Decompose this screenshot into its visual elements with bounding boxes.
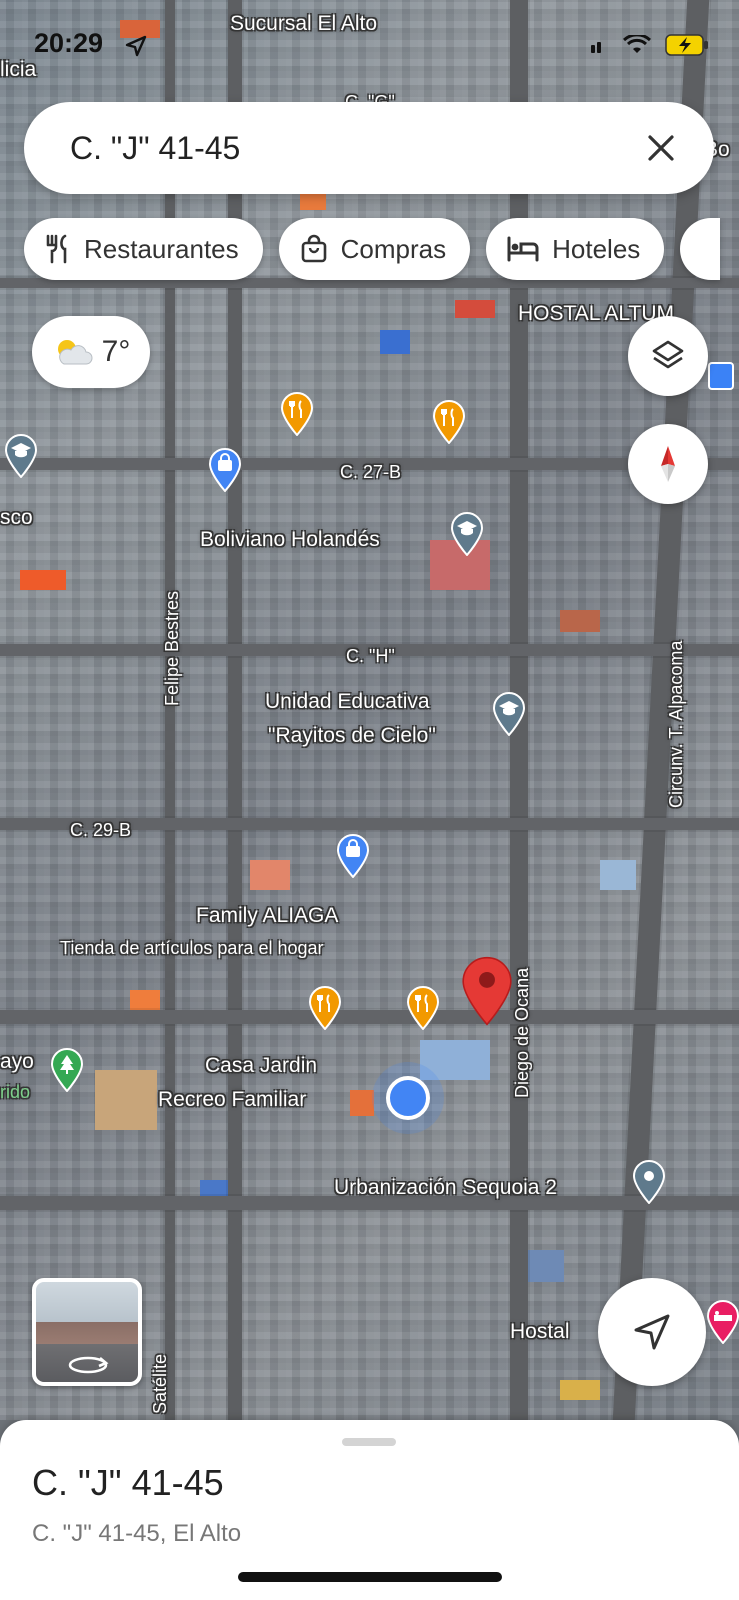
street-label-diego: Diego de Ocana xyxy=(512,967,532,1098)
school-pin-icon[interactable] xyxy=(450,512,484,556)
clear-search-button[interactable] xyxy=(644,131,678,165)
chip-more[interactable] xyxy=(680,218,721,280)
compass-icon xyxy=(661,446,675,482)
shopping-bag-icon xyxy=(301,234,326,263)
selected-location-pin-icon[interactable] xyxy=(460,956,514,1026)
status-indicators xyxy=(589,34,709,56)
roof xyxy=(250,860,290,890)
road xyxy=(0,1010,739,1024)
school-pin-icon[interactable] xyxy=(4,434,38,478)
roof xyxy=(560,1380,600,1400)
restaurant-pin-icon[interactable] xyxy=(432,400,466,444)
my-location-button[interactable] xyxy=(598,1278,706,1386)
chip-label: Compras xyxy=(340,233,447,264)
my-location-dot-icon xyxy=(386,1076,430,1120)
wifi-icon xyxy=(623,35,651,53)
roof xyxy=(350,1090,374,1116)
map-label-sucursal[interactable]: Sucursal El Alto xyxy=(230,12,377,36)
search-input[interactable]: C. "J" 41-45 xyxy=(70,130,644,167)
street-label-29b: C. 29-B xyxy=(70,820,132,840)
roof xyxy=(95,1070,157,1130)
close-icon xyxy=(648,135,674,161)
street-label-satelite: Satélite xyxy=(150,1353,170,1414)
category-chips: Restaurantes Compras Hoteles xyxy=(24,218,721,280)
weather-badge[interactable]: 7° xyxy=(32,316,150,388)
status-time: 20:29 xyxy=(34,28,104,58)
school-pin-icon[interactable] xyxy=(492,692,526,736)
map-label-ayo: ayo xyxy=(0,1050,34,1073)
shopping-pin-icon[interactable] xyxy=(336,834,370,878)
map-canvas[interactable]: Sucursal El Alto licia C. "G" Bo HOSTAL … xyxy=(0,0,739,1420)
map-label-family[interactable]: Family ALIAGA xyxy=(196,904,338,928)
street-label-h: C. "H" xyxy=(346,646,395,666)
place-bottom-sheet[interactable]: C. "J" 41-45 C. "J" 41-45, El Alto xyxy=(0,1420,739,1600)
restaurant-pin-icon[interactable] xyxy=(406,986,440,1030)
restaurant-pin-icon[interactable] xyxy=(308,986,342,1030)
rotate-360-icon xyxy=(68,1356,109,1374)
street-label-27b: C. 27-B xyxy=(340,462,402,482)
chip-label: Hoteles xyxy=(552,233,641,264)
roof xyxy=(560,610,600,632)
map-label-licia: licia xyxy=(0,58,37,81)
map-label-tienda: Tienda de artículos para el hogar xyxy=(60,938,324,958)
roof xyxy=(600,860,636,890)
roof xyxy=(20,570,66,590)
chip-compras[interactable]: Compras xyxy=(278,218,471,280)
location-arrow-icon xyxy=(125,35,147,57)
street-view-thumbnail[interactable] xyxy=(32,1278,142,1386)
map-label-casa-1[interactable]: Casa Jardin xyxy=(205,1054,317,1078)
map-label-boliviano[interactable]: Boliviano Holandés xyxy=(200,528,380,552)
street-label-circunv: Circunv. T. Alpacoma xyxy=(666,640,686,808)
roof xyxy=(130,990,160,1012)
map-label-hostal[interactable]: Hostal xyxy=(510,1320,570,1344)
chip-restaurantes[interactable]: Restaurantes xyxy=(24,218,263,280)
map-label-sco: sco xyxy=(0,506,33,529)
map-label-rido: rido xyxy=(0,1082,31,1102)
map-label-unidad-1[interactable]: Unidad Educativa xyxy=(265,690,430,714)
shopping-pin-icon[interactable] xyxy=(208,448,242,492)
place-address: C. "J" 41-45, El Alto xyxy=(32,1520,242,1547)
home-indicator[interactable] xyxy=(238,1572,502,1582)
chip-label: Restaurantes xyxy=(84,233,239,264)
map-label-unidad-2[interactable]: "Rayitos de Cielo" xyxy=(268,724,436,748)
battery-icon xyxy=(665,34,708,56)
navigation-arrow-icon xyxy=(634,1314,670,1350)
layers-button[interactable] xyxy=(628,316,708,396)
fork-knife-icon xyxy=(46,234,67,264)
bus-stop-icon[interactable] xyxy=(708,362,734,390)
hotel-pin-icon[interactable] xyxy=(706,1300,739,1344)
restaurant-pin-icon[interactable] xyxy=(280,392,314,436)
compass-button[interactable] xyxy=(628,424,708,504)
place-title: C. "J" 41-45 xyxy=(32,1462,224,1503)
roof xyxy=(420,1040,490,1080)
park-pin-icon[interactable] xyxy=(50,1048,84,1092)
layers-icon xyxy=(652,340,684,369)
sheet-grabber-handle[interactable] xyxy=(342,1438,396,1446)
place-pin-icon[interactable] xyxy=(632,1160,666,1204)
bed-icon xyxy=(507,236,539,262)
map-label-urbanizacion[interactable]: Urbanización Sequoia 2 xyxy=(334,1176,557,1200)
weather-temperature: 7° xyxy=(101,335,131,368)
street-label-felipe: Felipe Bestres xyxy=(162,590,182,706)
partly-cloudy-icon xyxy=(57,340,93,365)
roof xyxy=(380,330,410,354)
roof xyxy=(455,300,495,318)
map-label-casa-2[interactable]: Recreo Familiar xyxy=(158,1088,306,1112)
signal-icon xyxy=(591,42,601,53)
chip-hoteles[interactable]: Hoteles xyxy=(486,218,665,280)
search-bar[interactable]: C. "J" 41-45 xyxy=(24,102,714,194)
